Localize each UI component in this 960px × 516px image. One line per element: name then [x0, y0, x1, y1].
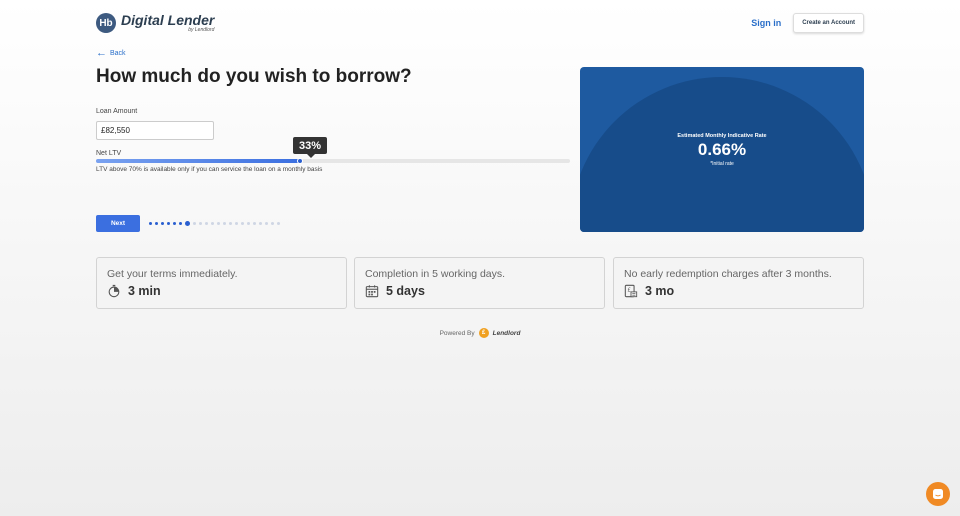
logo-icon: Hb [96, 13, 116, 33]
site-header: Hb Digital Lender by Lendlord Sign in Cr… [96, 10, 864, 36]
rate-label: Estimated Monthly Indicative Rate [677, 132, 767, 139]
step-dot [161, 222, 164, 225]
step-dot [193, 222, 196, 225]
create-account-button[interactable]: Create an Account [793, 13, 864, 33]
feature-value: 3 mo [645, 284, 675, 298]
step-dot [167, 222, 170, 225]
feature-title: Get your terms immediately. [107, 268, 238, 280]
step-dot [185, 221, 190, 226]
rate-value: 0.66% [697, 139, 747, 159]
powered-by: Powered By £ Lendlord [0, 328, 960, 338]
step-dot [253, 222, 256, 225]
chat-icon [933, 489, 943, 499]
back-link[interactable]: ← Back [96, 48, 126, 59]
step-dot [223, 222, 226, 225]
feature-value: 5 days [386, 284, 425, 298]
ltv-slider-handle[interactable] [296, 158, 303, 164]
net-ltv-label: Net LTV [96, 150, 122, 157]
step-dot [247, 222, 250, 225]
arrow-left-icon: ← [96, 47, 107, 59]
ltv-note: LTV above 70% is available only if you c… [96, 166, 323, 173]
step-dot [155, 222, 158, 225]
step-dot [259, 222, 262, 225]
feature-card-terms: Get your terms immediately. 3 min [96, 257, 347, 309]
back-label: Back [110, 50, 126, 57]
step-dot [241, 222, 244, 225]
stopwatch-icon [108, 284, 120, 298]
step-dot [217, 222, 220, 225]
step-progress [149, 221, 280, 226]
step-dot [211, 222, 214, 225]
feature-title: No early redemption charges after 3 mont… [624, 268, 832, 280]
feature-card-redemption: No early redemption charges after 3 mont… [613, 257, 864, 309]
loan-amount-input[interactable] [96, 121, 214, 140]
ltv-slider-fill [96, 159, 300, 163]
svg-text:£: £ [628, 287, 631, 293]
step-dot [265, 222, 268, 225]
feature-value: 3 min [128, 284, 161, 298]
sign-in-link[interactable]: Sign in [751, 18, 781, 28]
lendlord-logo-icon: £ [478, 328, 489, 338]
calendar-icon [365, 285, 379, 298]
step-dot [173, 222, 176, 225]
feature-title: Completion in 5 working days. [365, 268, 506, 280]
step-dot [277, 222, 280, 225]
step-dot [271, 222, 274, 225]
feature-card-completion: Completion in 5 working days. 5 days [354, 257, 605, 309]
step-dot [235, 222, 238, 225]
powered-by-label: Powered By [439, 329, 475, 337]
chat-launcher-button[interactable] [926, 482, 950, 506]
ltv-tooltip: 33% [293, 137, 327, 158]
rate-sub: *Initial rate [710, 160, 734, 167]
logo-title: Digital Lender [121, 12, 215, 28]
step-dot [205, 222, 208, 225]
lendlord-brand: Lendlord [492, 329, 521, 337]
step-dot [199, 222, 202, 225]
logo[interactable]: Hb Digital Lender by Lendlord [96, 13, 214, 33]
ltv-slider[interactable] [96, 158, 570, 164]
step-dot [229, 222, 232, 225]
step-dot [179, 222, 182, 225]
page-title: How much do you wish to borrow? [96, 66, 412, 87]
rate-card: Estimated Monthly Indicative Rate 0.66% … [580, 67, 864, 232]
logo-subtitle: by Lendlord [188, 27, 215, 33]
next-button[interactable]: Next [96, 215, 140, 232]
document-pound-icon: £ [624, 284, 638, 298]
loan-amount-label: Loan Amount [96, 108, 138, 115]
step-dot [149, 222, 152, 225]
